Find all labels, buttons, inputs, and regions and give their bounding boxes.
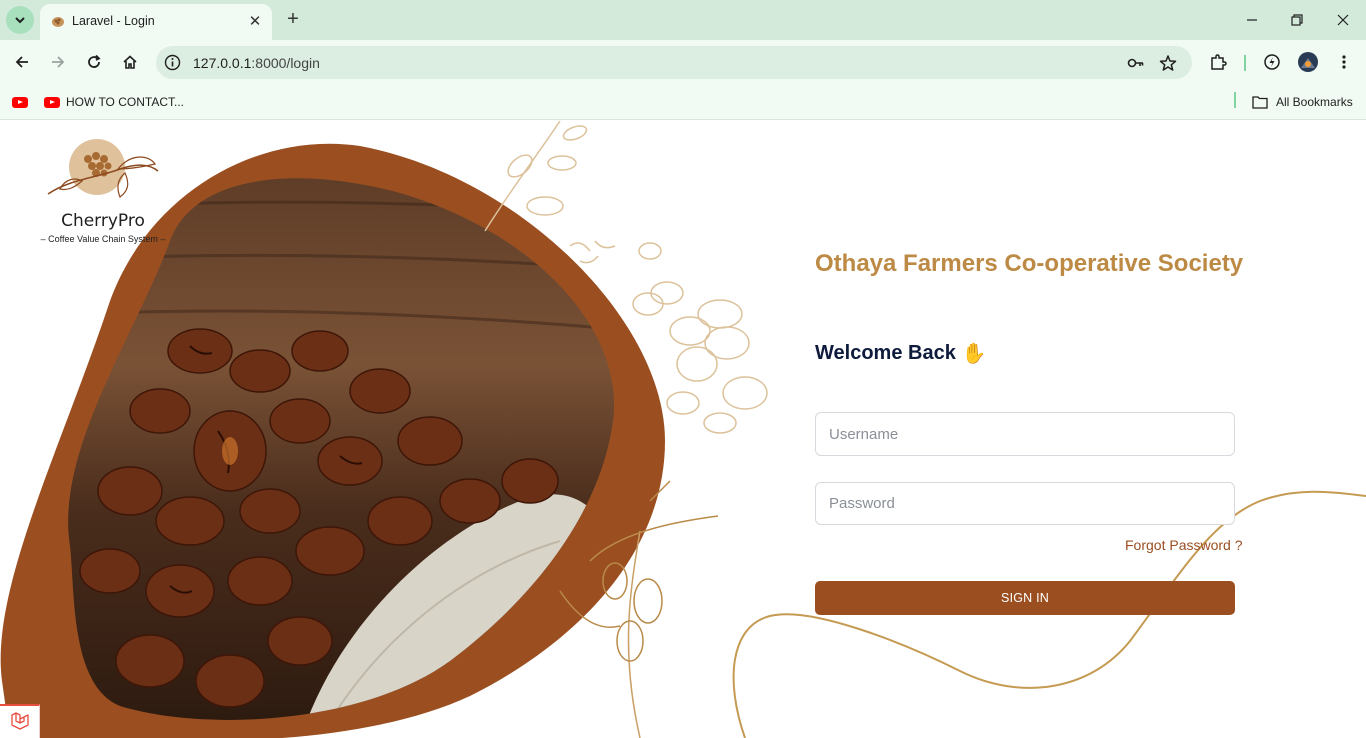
back-icon[interactable]	[10, 50, 34, 74]
brand-name: CherryPro	[61, 211, 145, 231]
browser-menu-icon[interactable]	[1332, 50, 1356, 74]
youtube-icon	[12, 96, 28, 108]
brand-tagline: – Coffee Value Chain System –	[40, 234, 166, 244]
login-page: CherryPro – Coffee Value Chain System – …	[0, 121, 1366, 738]
all-bookmarks-button[interactable]: All Bookmarks	[1252, 93, 1353, 111]
raised-hand-icon: ✋	[961, 341, 987, 365]
active-tab[interactable]: Laravel - Login ✕	[40, 4, 272, 40]
restore-icon[interactable]	[1285, 8, 1309, 32]
welcome-heading: Welcome Back ✋	[815, 341, 987, 365]
extensions-icon[interactable]	[1206, 50, 1230, 74]
laravel-debugbar-toggle[interactable]	[0, 704, 40, 738]
browser-toolbar: 127.0.0.1:8000/login	[0, 40, 1366, 85]
forgot-password-link[interactable]: Forgot Password ?	[1125, 537, 1243, 553]
close-tab-icon[interactable]: ✕	[246, 12, 264, 30]
bookmark-label: HOW TO CONTACT...	[66, 95, 185, 109]
welcome-text: Welcome Back	[815, 341, 956, 364]
coffee-cherry-logo-icon	[47, 139, 159, 198]
address-bar[interactable]: 127.0.0.1:8000/login	[156, 46, 1192, 79]
forward-icon[interactable]	[46, 50, 70, 74]
bookmark-star-icon[interactable]	[1158, 53, 1178, 73]
close-window-icon[interactable]	[1331, 8, 1355, 32]
sign-in-button[interactable]: SIGN IN	[815, 581, 1235, 615]
username-input[interactable]	[815, 412, 1235, 456]
brand-logo: CherryPro – Coffee Value Chain System –	[30, 139, 180, 251]
reload-icon[interactable]	[82, 50, 106, 74]
password-input[interactable]	[815, 482, 1235, 525]
site-favicon-icon	[52, 17, 64, 27]
url-path: :8000/login	[251, 55, 320, 71]
url-host: 127.0.0.1	[193, 55, 252, 71]
home-icon[interactable]	[118, 50, 142, 74]
tab-title: Laravel - Login	[72, 14, 155, 28]
browser-tab-bar: Laravel - Login ✕ +	[0, 0, 1366, 40]
laravel-logo-icon	[10, 712, 29, 730]
folder-icon	[1252, 96, 1268, 109]
url-text: 127.0.0.1:8000/login	[193, 55, 320, 71]
password-key-icon[interactable]	[1126, 53, 1146, 73]
tab-search-button[interactable]	[6, 6, 34, 34]
youtube-icon	[44, 96, 60, 108]
new-tab-icon[interactable]: +	[282, 8, 304, 30]
profile-avatar[interactable]	[1296, 50, 1320, 74]
site-info-icon[interactable]	[164, 54, 181, 71]
performance-icon[interactable]	[1260, 50, 1284, 74]
bookmark-how-to-contact[interactable]: HOW TO CONTACT...	[44, 93, 184, 111]
bookmarks-divider	[1234, 92, 1236, 108]
organization-title: Othaya Farmers Co-operative Society	[815, 250, 1244, 277]
all-bookmarks-label: All Bookmarks	[1276, 95, 1353, 109]
toolbar-divider	[1244, 55, 1246, 71]
bookmarks-bar: HOW TO CONTACT... All Bookmarks	[0, 85, 1366, 120]
chevron-down-icon	[15, 17, 25, 24]
minimize-icon[interactable]	[1240, 8, 1264, 32]
bookmark-youtube[interactable]	[12, 93, 28, 111]
